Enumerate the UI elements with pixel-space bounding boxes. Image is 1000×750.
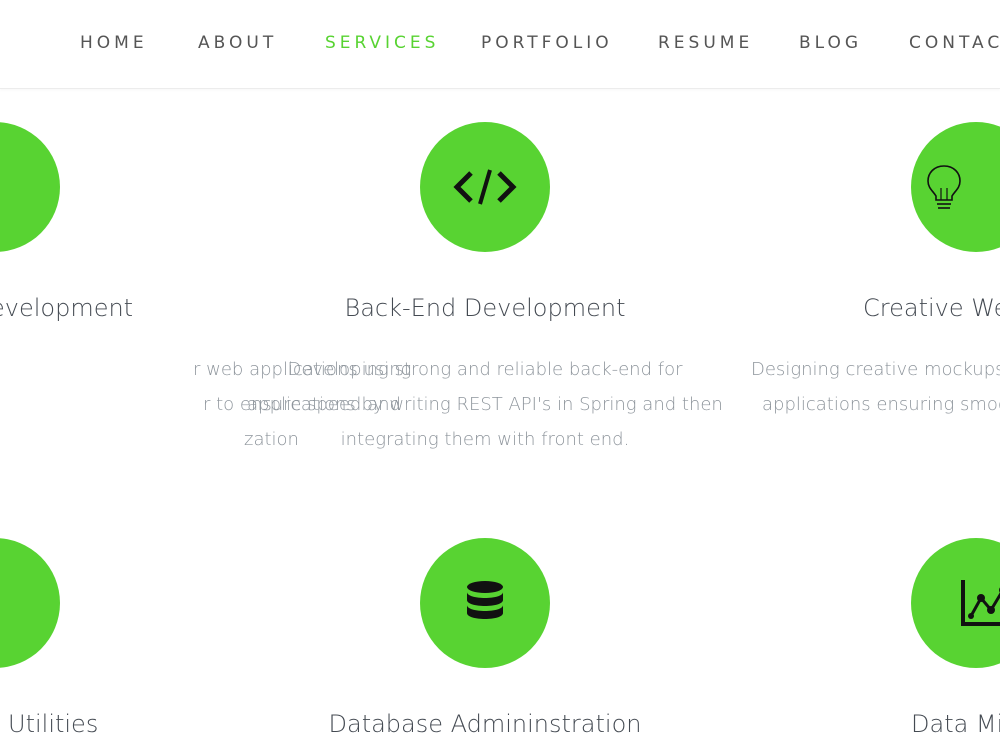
lightbulb-icon [924,162,964,212]
description-line: integrating them with front end. [340,429,630,450]
description-line: Developing strong and reliable back-end … [287,359,683,380]
nav-home[interactable]: HOME [80,33,148,53]
description-line: zation [244,429,299,450]
service-title: Database Admininstration [328,710,642,738]
service-title: Data Mir [911,710,1000,738]
description-line: Designing creative mockups a [751,359,1000,380]
description-line: applications by writing REST API's in Sp… [247,394,723,415]
services-page: HOME ABOUT SERVICES PORTFOLIO RESUME BLO… [0,0,1000,750]
service-description: Developing strong and reliable back-end … [245,352,725,457]
top-navbar: HOME ABOUT SERVICES PORTFOLIO RESUME BLO… [0,0,1000,89]
service-card-data-mining: Data Mir [736,538,1000,738]
service-icon-circle [420,122,550,252]
service-title: Back-End Development [344,294,626,322]
nav-blog[interactable]: BLOG [799,33,862,53]
service-icon-circle [420,538,550,668]
nav-about[interactable]: ABOUT [198,33,277,53]
nav-portfolio[interactable]: PORTFOLIO [481,33,613,53]
service-card-utilities: Utilities [0,538,235,738]
service-icon-circle [911,122,1000,252]
service-description: r web applications using r to ensure spe… [0,352,412,457]
nav-resume[interactable]: RESUME [658,33,753,53]
database-icon [465,579,505,627]
service-description: Designing creative mockups a application… [736,352,1000,422]
service-title: Creative Web [863,294,1000,322]
chart-icon [959,578,1000,628]
service-icon-circle [0,122,60,252]
service-title: Utilities [8,710,99,738]
service-icon-circle [911,538,1000,668]
description-line: r web applications using [193,359,412,380]
service-card-database: Database Admininstration [245,538,725,738]
description-line: applications ensuring smoot [762,394,1000,415]
service-icon-circle [0,538,60,668]
code-icon [453,167,517,207]
nav-contact[interactable]: CONTAC [909,33,1000,53]
service-card-frontend: evelopment r web applications using r to… [0,122,412,457]
nav-services[interactable]: SERVICES [325,33,439,53]
service-card-backend: Back-End Development Developing strong a… [245,122,725,457]
service-title: evelopment [0,294,134,322]
description-line: r to ensure speed and [203,394,401,415]
service-card-creative-web: Creative Web Designing creative mockups … [736,122,1000,422]
